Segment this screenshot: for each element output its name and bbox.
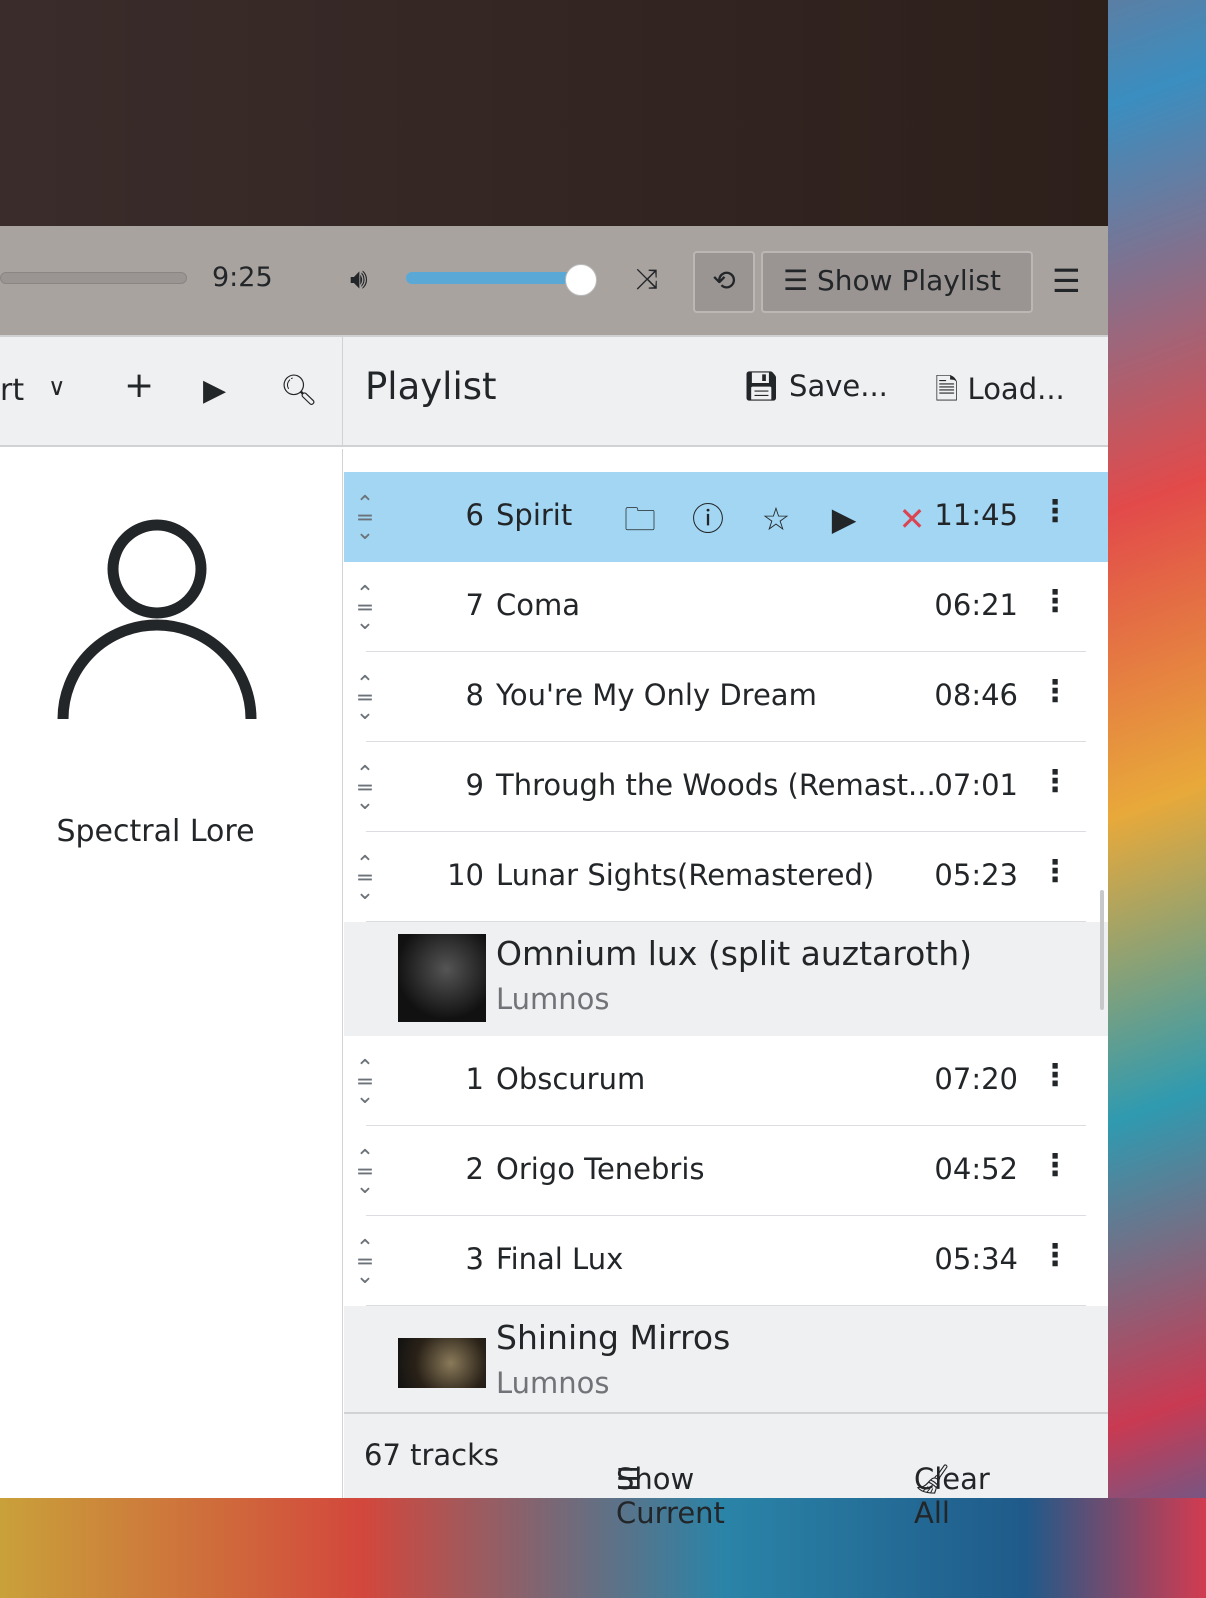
seek-slider[interactable] — [0, 272, 187, 284]
track-title: Coma — [496, 588, 581, 622]
playlist: ⌃ ═ ⌄ 6 Spirit 🗀 ⓘ ☆ ▶ ✕ 11:45 ⋮ ⌃ ═ ⌄ 7 Coma 06… — [344, 472, 1108, 1420]
load-icon: 🗎 — [935, 372, 968, 406]
play-icon[interactable]: ▶ — [810, 500, 878, 538]
show-playlist-label: Show Playlist — [817, 264, 1001, 297]
more-options-icon[interactable]: ⋮ — [1040, 1058, 1070, 1093]
browser-header: rt ∨ + ▶ 🔍︎ — [0, 337, 343, 447]
playlist-track-row[interactable]: ⌃ ═ ⌄ 10 Lunar Sights(Remastered) 05:23 ⋮ — [356, 832, 1086, 922]
track-number: 10 — [447, 858, 484, 892]
more-options-icon[interactable]: ⋮ — [1040, 674, 1070, 709]
track-title: Through the Woods (Remast... — [496, 768, 936, 802]
track-duration: 06:21 — [934, 588, 1018, 622]
playlist-footer: 67 tracks ☰ Show Current 🧹︎ Clear All — [344, 1412, 1108, 1530]
info-icon[interactable]: ⓘ — [674, 494, 742, 540]
track-duration: 11:45 — [934, 498, 1018, 532]
playlist-track-row[interactable]: ⌃ ═ ⌄ 9 Through the Woods (Remast... 07:01… — [356, 742, 1086, 832]
playlist-header: Playlist 💾︎ Save... 🗎 Load... — [343, 337, 1108, 447]
track-number: 6 — [465, 498, 484, 532]
album-header[interactable]: Shining Mirros Lumnos — [344, 1306, 1108, 1420]
album-title: Shining Mirros — [496, 1318, 731, 1357]
save-label: Save... — [789, 369, 888, 403]
more-options-icon[interactable]: ⋮ — [1040, 1238, 1070, 1273]
album-title: Omnium lux (split auztaroth) — [496, 934, 973, 973]
artist-pane: Spectral Lore — [0, 449, 343, 1498]
track-duration: 08:46 — [934, 678, 1018, 712]
artist-avatar-icon[interactable] — [57, 519, 257, 729]
track-actions: 🗀 ⓘ ☆ ▶ ✕ — [606, 494, 946, 551]
track-duration: 07:20 — [934, 1062, 1018, 1096]
folder-icon[interactable]: 🗀 — [606, 497, 674, 551]
track-duration: 05:34 — [934, 1242, 1018, 1276]
sort-label[interactable]: rt — [0, 373, 24, 408]
album-cover — [398, 934, 486, 1022]
album-artist: Lumnos — [496, 1366, 610, 1400]
album-cover — [398, 1338, 486, 1388]
track-title: Final Lux — [496, 1242, 624, 1276]
more-options-icon[interactable]: ⋮ — [1040, 764, 1070, 799]
clear-all-label: Clear All — [914, 1462, 990, 1530]
volume-slider[interactable] — [406, 272, 584, 284]
playlist-scrollbar[interactable] — [1100, 890, 1104, 1010]
album-artist: Lumnos — [496, 982, 610, 1016]
more-options-icon[interactable]: ⋮ — [1040, 1148, 1070, 1183]
playlist-title: Playlist — [365, 365, 497, 408]
track-title: You're My Only Dream — [496, 678, 817, 712]
load-button[interactable]: 🗎 Load... — [935, 369, 1065, 418]
track-duration: 04:52 — [934, 1152, 1018, 1186]
save-button[interactable]: 💾︎ Save... — [743, 369, 888, 404]
show-current-label: Show Current — [616, 1462, 725, 1530]
shuffle-icon[interactable]: ⤨ — [636, 262, 658, 296]
track-time: 9:25 — [212, 262, 273, 293]
artist-name[interactable]: Spectral Lore — [0, 814, 311, 849]
album-header[interactable]: Omnium lux (split auztaroth) Lumnos — [344, 922, 1108, 1036]
more-options-icon[interactable]: ⋮ — [1040, 854, 1070, 889]
track-number: 3 — [465, 1242, 484, 1276]
show-playlist-button[interactable]: ☰ Show Playlist — [761, 251, 1033, 313]
track-number: 9 — [465, 768, 484, 802]
hamburger-menu-icon[interactable]: ☰ — [1052, 262, 1081, 300]
track-title: Origo Tenebris — [496, 1152, 705, 1186]
playlist-track-row[interactable]: ⌃ ═ ⌄ 2 Origo Tenebris 04:52 ⋮ — [356, 1126, 1086, 1216]
track-number: 1 — [465, 1062, 484, 1096]
load-label: Load... — [967, 372, 1065, 406]
track-title: Lunar Sights(Remastered) — [496, 858, 875, 892]
header-background — [0, 0, 1108, 226]
play-icon[interactable]: ▶ — [203, 373, 226, 408]
volume-icon[interactable]: 🔊︎ — [350, 262, 368, 296]
playlist-track-row[interactable]: ⌃ ═ ⌄ 3 Final Lux 05:34 ⋮ — [356, 1216, 1086, 1306]
star-icon[interactable]: ☆ — [742, 500, 810, 538]
chevron-down-icon[interactable]: ∨ — [48, 373, 66, 401]
track-number: 2 — [465, 1152, 484, 1186]
elisa-window: 9:25 🔊︎ ⤨ ⟲ ☰ Show Playlist ☰ rt ∨ + ▶ 🔍… — [0, 0, 1108, 1530]
playlist-icon: ☰ — [783, 264, 818, 297]
playlist-track-row[interactable]: ⌃ ═ ⌄ 7 Coma 06:21 ⋮ — [356, 562, 1086, 652]
track-title: Obscurum — [496, 1062, 646, 1096]
track-count: 67 tracks — [364, 1438, 500, 1472]
track-number: 7 — [465, 588, 484, 622]
save-icon: 💾︎ — [743, 369, 790, 403]
track-duration: 05:23 — [934, 858, 1018, 892]
repeat-icon: ⟲ — [712, 264, 736, 297]
wallpaper — [0, 1498, 1206, 1598]
track-duration: 07:01 — [934, 768, 1018, 802]
more-options-icon[interactable]: ⋮ — [1040, 584, 1070, 619]
repeat-button[interactable]: ⟲ — [693, 251, 755, 313]
track-number: 8 — [465, 678, 484, 712]
track-title: Spirit — [496, 498, 573, 532]
search-icon[interactable]: 🔍︎ — [280, 373, 318, 408]
playlist-track-row[interactable]: ⌃ ═ ⌄ 8 You're My Only Dream 08:46 ⋮ — [356, 652, 1086, 742]
playlist-track-row[interactable]: ⌃ ═ ⌄ 1 Obscurum 07:20 ⋮ — [356, 1036, 1086, 1126]
more-options-icon[interactable]: ⋮ — [1040, 494, 1070, 529]
add-icon[interactable]: + — [124, 365, 154, 406]
volume-slider-handle[interactable] — [565, 264, 597, 296]
playlist-track-row[interactable]: ⌃ ═ ⌄ 6 Spirit 🗀 ⓘ ☆ ▶ ✕ 11:45 ⋮ — [344, 472, 1108, 562]
